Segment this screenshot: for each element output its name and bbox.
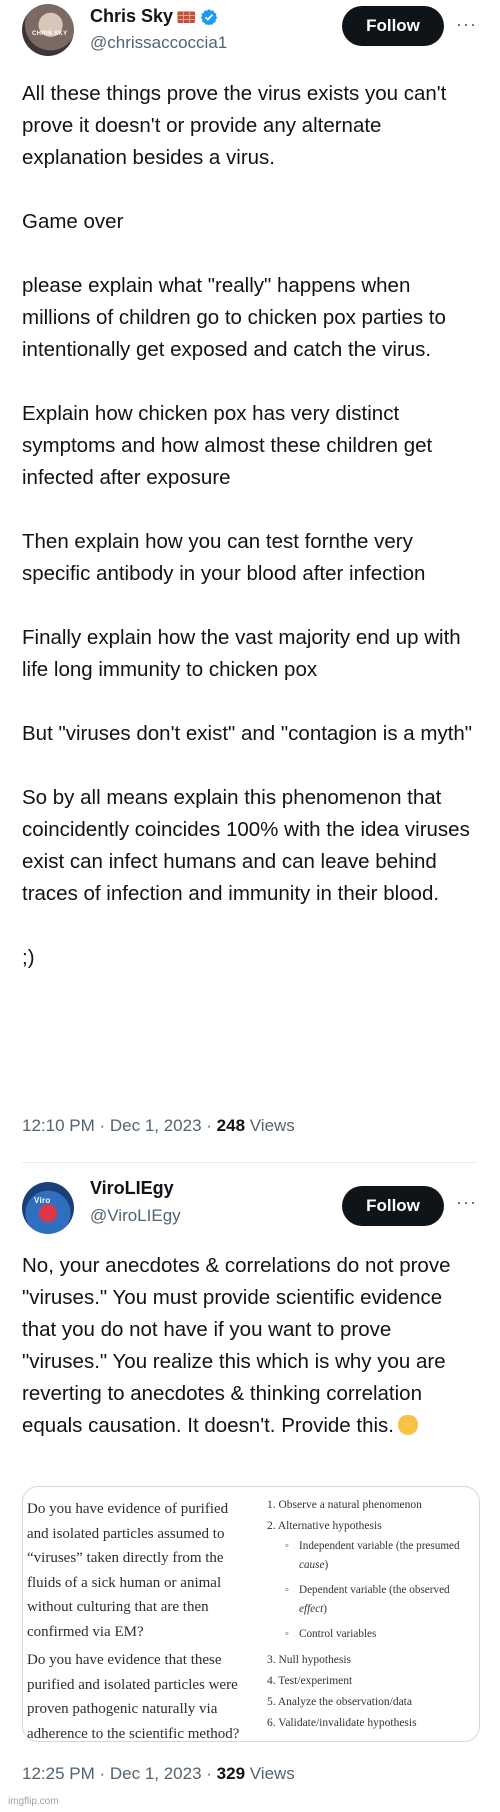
timestamp-text[interactable]: 12:25 PM · Dec 1, 2023 · [22,1764,217,1783]
sub-item: ◦ Dependent variable (the observed effect… [285,1584,450,1615]
imgflip-watermark: imgflip.com [8,1796,59,1807]
avatar[interactable]: CHRIS SKY [22,4,74,56]
question-line: Do you have evidence that these [27,1652,222,1668]
step-item: 2. Alternative hypothesis [267,1520,382,1532]
display-name[interactable]: Chris Sky [90,6,173,27]
views-count: 248 [216,1116,246,1135]
tweet-paragraph: All these things prove the virus exists … [22,82,447,169]
verified-badge-icon [200,8,218,26]
sub-item-end: ) [323,1603,327,1615]
step-item: 6. Validate/invalidate hypothesis [267,1717,417,1729]
tweet-paragraph: ;) [22,946,35,969]
tweet-timestamp[interactable]: 12:25 PM · Dec 1, 2023 · 329 Views [22,1764,295,1784]
more-options-icon[interactable]: ··· [456,14,477,35]
tweet-paragraph: please explain what "really" happens whe… [22,274,446,361]
avatar-label: CHRIS SKY [32,31,68,37]
tweet-image[interactable]: Do you have evidence of purified and iso… [22,1486,480,1742]
sub-item-emphasis: effect [299,1603,324,1615]
step-item: 5. Analyze the observation/data [267,1696,412,1708]
tweet-paragraph: Then explain how you can test fornthe ve… [22,530,426,585]
sub-item-text: Independent variable (the presumed [299,1540,460,1552]
question-1: Do you have evidence of purified and iso… [27,1497,253,1644]
questions-panel: Do you have evidence of purified and iso… [27,1497,253,1742]
sub-item-text: Control variables [299,1628,377,1640]
question-line: purified and isolated particles were [27,1676,238,1693]
question-line: “viruses” taken directly from the [27,1550,224,1566]
author-handle[interactable]: @chrissaccoccia1 [90,33,227,53]
tweet-body: No, your anecdotes & correlations do not… [22,1250,482,1442]
sub-item-end: ) [324,1559,329,1571]
question-line: fluids of a sick human or animal [27,1574,222,1591]
avatar[interactable]: Viro [22,1182,74,1234]
views-label: Views [245,1116,295,1135]
scientific-method-list: 1. Observe a natural phenomenon 2. Alter… [267,1495,473,1734]
views-label: Views [245,1764,295,1783]
pointing-down-emoji-icon [398,1415,418,1435]
question-line: adherence to the scientific method? [27,1725,240,1742]
tweet-paragraph: But "viruses don't exist" and "contagion… [22,722,473,745]
question-line: Do you have evidence of purified [27,1501,229,1517]
question-line: confirmed via EM? [27,1623,144,1640]
sub-item: ◦ Control variables [285,1628,377,1640]
avatar-label: Viro [34,1196,51,1205]
author-name-row[interactable]: ViroLIEgy [90,1178,174,1199]
tweet-paragraph: Explain how chicken pox has very distinc… [22,402,433,489]
step-item: 1. Observe a natural phenomenon [267,1499,422,1511]
question-line: proven pathogenic naturally via [27,1701,218,1717]
sub-item-emphasis: cause [299,1559,325,1571]
more-options-icon[interactable]: ··· [456,1192,477,1213]
author-handle[interactable]: @ViroLIEgy [90,1206,181,1226]
question-line: and isolated particles assumed to [27,1525,225,1542]
views-count: 329 [216,1764,246,1783]
sub-item-text: Dependent variable (the observed [299,1584,450,1596]
step-item: 4. Test/experiment [267,1675,353,1687]
question-line: without culturing that are then [27,1599,209,1615]
tweet-paragraph: So by all means explain this phenomenon … [22,786,470,905]
tweet-body: All these things prove the virus exists … [22,78,482,974]
timestamp-text[interactable]: 12:10 PM · Dec 1, 2023 · [22,1116,217,1135]
sub-item: ◦ Independent variable (the presumed caus… [285,1540,460,1571]
step-item: 3. Null hypothesis [267,1654,352,1666]
follow-button[interactable]: Follow [342,6,444,46]
question-2: Do you have evidence that these purified… [27,1648,253,1742]
display-name[interactable]: ViroLIEgy [90,1178,174,1199]
tweet-timestamp[interactable]: 12:10 PM · Dec 1, 2023 · 248 Views [22,1116,295,1136]
author-name-row[interactable]: Chris Sky [90,6,218,27]
tweet-text: No, your anecdotes & correlations do not… [22,1254,451,1437]
tweet-divider [22,1162,478,1163]
tweet-paragraph: Finally explain how the vast majority en… [22,626,461,681]
brick-emoji-icon [177,10,196,23]
follow-button[interactable]: Follow [342,1186,444,1226]
tweet-paragraph: Game over [22,210,124,233]
